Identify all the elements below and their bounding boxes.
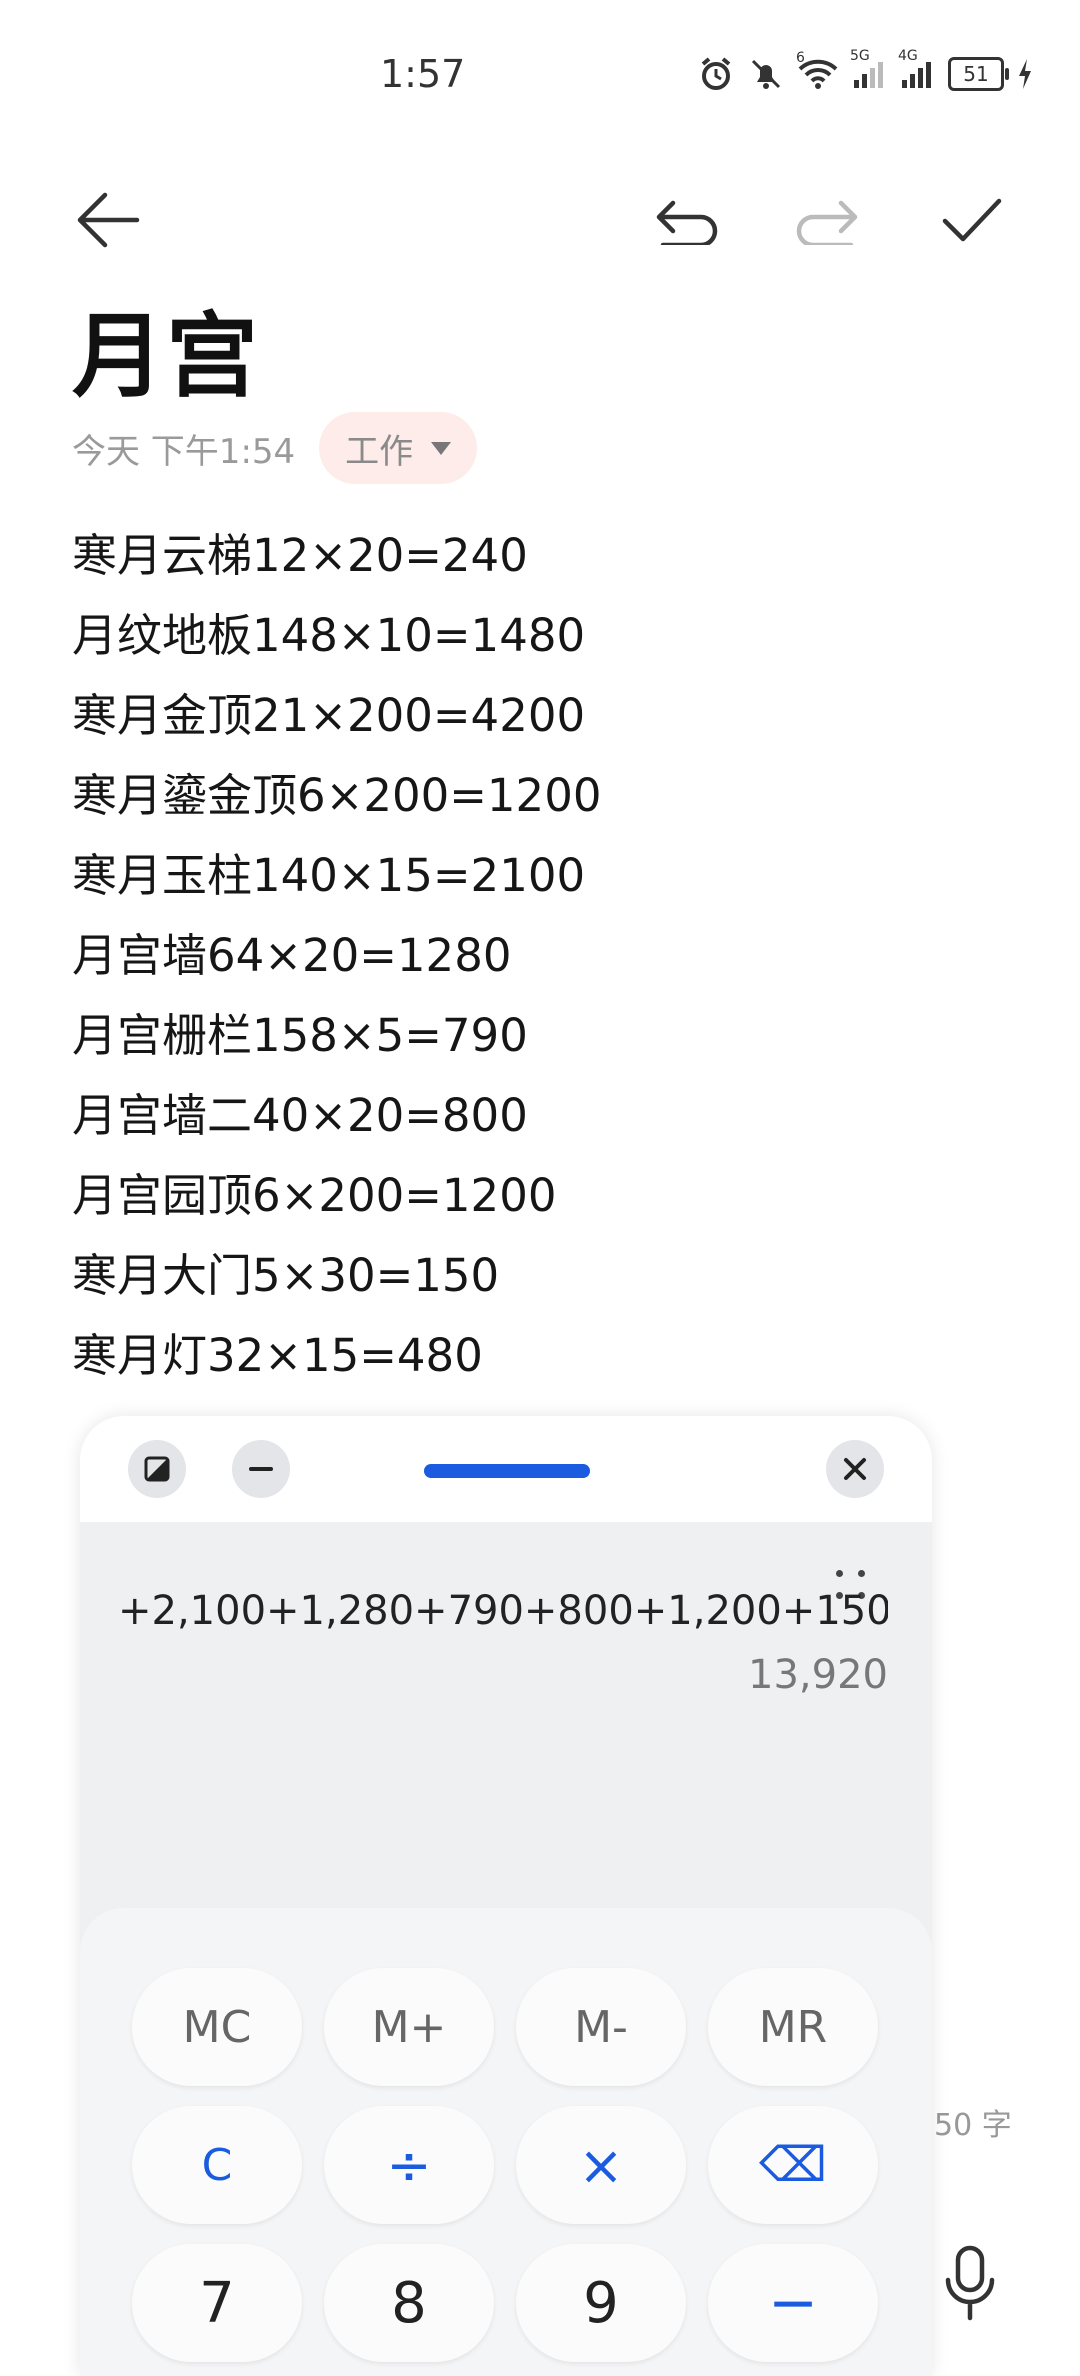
resize-button[interactable]	[128, 1440, 186, 1498]
microphone-icon	[945, 2245, 995, 2321]
minus-icon	[249, 1467, 273, 1471]
result-display: 13,920	[748, 1652, 888, 1698]
charging-icon	[1019, 59, 1031, 89]
note-line: 寒月玉柱140×15=2100	[72, 849, 586, 902]
note-meta: 今天 下午1:54 工作	[72, 412, 478, 484]
floating-calculator: +2,100+1,280+790+800+1,200+150+480 13,92…	[80, 1416, 932, 2376]
battery-icon: 51	[948, 57, 1009, 91]
key-mc[interactable]: MC	[132, 1968, 302, 2086]
key-mr[interactable]: MR	[708, 1968, 878, 2086]
back-button[interactable]	[68, 180, 148, 260]
note-line: 寒月云梯12×20=240	[72, 529, 528, 582]
key-clear[interactable]: C	[132, 2106, 302, 2224]
note-line: 寒月金顶21×200=4200	[72, 689, 586, 742]
redo-button[interactable]	[788, 180, 868, 260]
note-title[interactable]: 月宫	[72, 282, 260, 415]
expression-display[interactable]: +2,100+1,280+790+800+1,200+150+480	[118, 1588, 888, 1634]
undo-icon	[656, 200, 718, 245]
back-arrow-icon	[77, 192, 140, 248]
alarm-icon	[701, 57, 731, 90]
resize-icon	[144, 1456, 170, 1482]
note-line: 月宫栅栏158×5=790	[72, 1009, 528, 1062]
drag-handle[interactable]	[424, 1464, 590, 1478]
status-time: 1:57	[380, 52, 466, 96]
note-line: 寒月大门5×30=150	[72, 1249, 500, 1302]
key-minus[interactable]: −	[708, 2244, 878, 2362]
key-8[interactable]: 8	[324, 2244, 494, 2362]
note-date: 今天 下午1:54	[72, 431, 296, 472]
key-backspace[interactable]: ⌫	[708, 2106, 878, 2224]
signal-5g: 5G	[850, 48, 886, 90]
expression-text: +2,100+1,280+790+800+1,200+150+480	[118, 1588, 888, 1634]
word-count: 50 字	[934, 2108, 1012, 2143]
key-m-plus[interactable]: M+	[324, 1968, 494, 2086]
category-label: 工作	[345, 431, 414, 472]
wifi-indicator: 6	[796, 50, 838, 90]
note-line: 月宫墙二40×20=800	[72, 1089, 528, 1142]
signal-label-5g: 5G	[850, 48, 870, 64]
key-divide[interactable]: ÷	[324, 2106, 494, 2224]
note-line: 月纹地板148×10=1480	[72, 609, 586, 662]
minimize-button[interactable]	[232, 1440, 290, 1498]
keypad: MC M+ M- MR C ÷ × ⌫ 7 8 9 −	[80, 1908, 932, 2376]
key-multiply[interactable]: ×	[516, 2106, 686, 2224]
category-dropdown[interactable]: 工作	[319, 412, 478, 484]
done-button[interactable]	[932, 180, 1012, 260]
key-9[interactable]: 9	[516, 2244, 686, 2362]
status-icons: 6 5G 4G 51	[698, 48, 1032, 92]
checkmark-icon	[942, 198, 1002, 242]
key-7[interactable]: 7	[132, 2244, 302, 2362]
signal-4g: 4G	[898, 48, 934, 90]
wifi-label: 6	[796, 50, 805, 66]
caret-down-icon	[431, 441, 452, 455]
redo-icon	[796, 200, 858, 245]
note-line: 寒月鎏金顶6×200=1200	[72, 769, 602, 822]
undo-button[interactable]	[646, 180, 726, 260]
note-line: 月宫园顶6×200=1200	[72, 1169, 557, 1222]
calculator-header	[80, 1416, 932, 1522]
close-icon	[844, 1458, 866, 1480]
note-line: 寒月灯32×15=480	[72, 1329, 483, 1382]
note-line: 月宫墙64×20=1280	[72, 929, 512, 982]
key-m-minus[interactable]: M-	[516, 1968, 686, 2086]
signal-label-4g: 4G	[898, 48, 918, 64]
voice-input-button[interactable]	[940, 2244, 1000, 2324]
mute-icon	[751, 59, 781, 89]
close-button[interactable]	[826, 1440, 884, 1498]
note-body[interactable]: 寒月云梯12×20=240 月纹地板148×10=1480 寒月金顶21×200…	[72, 516, 601, 1396]
